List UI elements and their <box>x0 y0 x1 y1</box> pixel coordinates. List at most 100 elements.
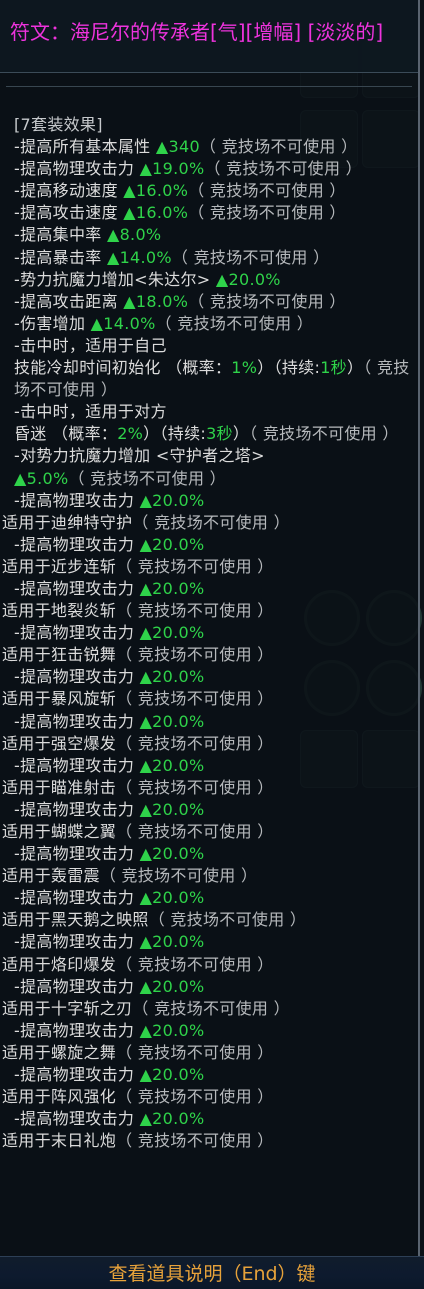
effect-text: -伤害增加 <box>14 313 91 333</box>
set-effect-line: -提高物理攻击力 ▲20.0% <box>14 1020 414 1042</box>
effect-text: 适用于近步连斩 <box>2 556 117 576</box>
set-effect-line: -对势力抗魔力增加 <守护者之塔> <box>14 445 414 467</box>
effect-value: ▲5.0% <box>14 468 69 488</box>
arena-restriction-note: （ 竞技场不可使用 ） <box>188 203 346 223</box>
set-effect-header: [7套装效果] <box>14 115 103 134</box>
effect-value: ▲20.0% <box>139 1020 205 1040</box>
set-effect-line: -势力抗魔力增加<朱达尔> ▲20.0% <box>14 269 414 291</box>
set-effect-line: -提高物理攻击力 ▲20.0% <box>14 490 414 512</box>
effect-text: -提高物理攻击力 <box>14 1020 140 1040</box>
effect-text: 适用于末日礼炮 <box>2 1131 117 1151</box>
effect-value: ▲20.0% <box>139 534 205 554</box>
effect-value: 1秒 <box>320 358 347 378</box>
effect-text: -提高物理攻击力 <box>14 534 140 554</box>
effect-text: -提高物理攻击力 <box>14 490 140 510</box>
set-effect-line: 适用于阵风强化（ 竞技场不可使用 ） <box>2 1086 414 1108</box>
effect-value: ▲16.0% <box>123 181 189 201</box>
arena-restriction-note: （ 竞技场不可使用 ） <box>68 468 226 488</box>
effect-text: 技能冷却时间初始化 （概率： <box>14 358 232 378</box>
effect-text: -提高物理攻击力 <box>14 667 140 687</box>
effect-text: 适用于瞄准射击 <box>2 777 117 797</box>
set-effect-line: 适用于末日礼炮（ 竞技场不可使用 ） <box>2 1130 414 1152</box>
effect-text: 适用于强空爆发 <box>2 733 117 753</box>
effect-text: 昏迷 （概率： <box>14 424 118 444</box>
set-effect-line: -提高物理攻击力 ▲19.0%（ 竞技场不可使用 ） <box>14 158 414 180</box>
set-effect-line: -伤害增加 ▲14.0%（ 竞技场不可使用 ） <box>14 313 414 335</box>
set-effect-line: -提高物理攻击力 ▲20.0% <box>14 534 414 556</box>
arena-restriction-note: （ 竞技场不可使用 ） <box>249 424 399 444</box>
arena-restriction-note: （ 竞技场不可使用 ） <box>188 181 346 201</box>
effect-text: -提高集中率 <box>14 225 107 245</box>
effect-text: -势力抗魔力增加<朱达尔> <box>14 269 216 289</box>
arena-restriction-note: （ 竞技场不可使用 ） <box>116 556 274 576</box>
set-effect-line: 适用于近步连斩（ 竞技场不可使用 ） <box>2 556 414 578</box>
effect-value: ▲16.0% <box>123 203 189 223</box>
effect-text: 适用于螺旋之舞 <box>2 1042 117 1062</box>
effect-text: 适用于暴风旋斩 <box>2 689 117 709</box>
set-effect-line: 适用于狂击锐舞（ 竞技场不可使用 ） <box>2 644 414 666</box>
arena-restriction-note: （ 竞技场不可使用 ） <box>116 777 274 797</box>
set-effect-line: 昏迷 （概率：2%）（持续:3秒）（ 竞技场不可使用 ） <box>14 423 414 445</box>
effect-text: ） <box>232 424 250 444</box>
set-effect-line: -提高攻击距离 ▲18.0%（ 竞技场不可使用 ） <box>14 291 414 313</box>
effect-value: ▲20.0% <box>139 844 205 864</box>
effect-text: 适用于地裂炎斩 <box>2 601 117 621</box>
set-effect-line: -提高物理攻击力 ▲20.0% <box>14 1108 414 1130</box>
effect-value: ▲14.0% <box>90 313 156 333</box>
item-description-hint-bar[interactable]: 查看道具说明（End）键 <box>0 1256 424 1289</box>
set-effect-line: -提高暴击率 ▲14.0%（ 竞技场不可使用 ） <box>14 247 414 269</box>
effect-text: -提高物理攻击力 <box>14 711 140 731</box>
effect-text: 适用于蝴蝶之翼 <box>2 822 117 841</box>
effect-value: ▲340 <box>155 137 200 157</box>
set-effect-line: -提高物理攻击力 ▲20.0% <box>14 666 414 688</box>
set-effect-line: -提高攻击速度 ▲16.0%（ 竞技场不可使用 ） <box>14 202 414 224</box>
arena-restriction-note: （ 竞技场不可使用 ） <box>116 733 274 753</box>
set-effect-line: 适用于强空爆发（ 竞技场不可使用 ） <box>2 733 414 755</box>
arena-restriction-note: （ 竞技场不可使用 ） <box>132 998 290 1018</box>
arena-restriction-note: （ 竞技场不可使用 ） <box>116 689 274 709</box>
effect-value: 3秒 <box>206 424 233 444</box>
arena-restriction-note: （ 竞技场不可使用 ） <box>132 512 290 532</box>
effect-text: 适用于十字斩之刃 <box>2 998 133 1018</box>
effect-text: -提高攻击速度 <box>14 203 124 223</box>
effect-text: -提高物理攻击力 <box>14 799 140 819</box>
set-effect-line: 技能冷却时间初始化 （概率：1%）（持续:1秒）（ 竞技场不可使用 ） <box>14 357 414 401</box>
effect-value: ▲20.0% <box>139 799 205 819</box>
effect-value: ▲20.0% <box>215 269 281 289</box>
set-effect-line: -提高所有基本属性 ▲340（ 竞技场不可使用 ） <box>14 136 414 158</box>
arena-restriction-note: （ 竞技场不可使用 ） <box>116 954 274 974</box>
effect-value: ▲20.0% <box>139 1065 205 1085</box>
effect-text: -提高物理攻击力 <box>14 578 140 598</box>
effect-value: ▲20.0% <box>139 1109 205 1129</box>
arena-restriction-note: （ 竞技场不可使用 ） <box>188 291 346 311</box>
effect-text: -击中时，适用于对方 <box>14 402 167 422</box>
effect-text: -提高物理攻击力 <box>14 623 140 643</box>
arena-restriction-note: （ 竞技场不可使用 ） <box>99 866 258 886</box>
effect-text: -提高攻击距离 <box>14 291 124 311</box>
arena-restriction-note: （ 竞技场不可使用 ） <box>116 822 274 841</box>
set-effect-line: 适用于十字斩之刃（ 竞技场不可使用 ） <box>2 998 414 1020</box>
effect-text: -提高物理攻击力 <box>14 888 140 908</box>
item-name: 符文：海尼尔的传承者[气][增幅] [淡淡的] <box>10 20 384 44</box>
set-effect-line: -击中时，适用于自己 <box>14 335 414 357</box>
set-effect-line: -提高物理攻击力 ▲20.0% <box>14 799 414 821</box>
effect-text: 适用于轰雷震 <box>2 866 100 886</box>
effect-text: -提高物理攻击力 <box>14 755 140 775</box>
effect-value: ▲20.0% <box>139 932 205 952</box>
effect-value: 1% <box>231 358 258 378</box>
effect-text: ） <box>346 358 364 378</box>
effect-text: -提高物理攻击力 <box>14 159 140 179</box>
arena-restriction-note: （ 竞技场不可使用 ） <box>171 247 330 267</box>
set-effect-line: 适用于蝴蝶之翼（ 竞技场不可使用 ） <box>2 821 414 843</box>
set-effect-list: [7套装效果] -提高所有基本属性 ▲340（ 竞技场不可使用 ） -提高物理攻击… <box>2 114 414 1152</box>
set-effect-line: 适用于黑天鹅之映照（ 竞技场不可使用 ） <box>2 909 414 931</box>
effect-text: -提高物理攻击力 <box>14 1109 140 1129</box>
effect-value: ▲20.0% <box>139 667 205 687</box>
effect-text: -对势力抗魔力增加 <守护者之塔> <box>14 446 265 466</box>
effect-text: 适用于黑天鹅之映照 <box>2 910 149 930</box>
set-effect-line: 适用于轰雷震（ 竞技场不可使用 ） <box>2 865 414 887</box>
effect-value: ▲14.0% <box>106 247 172 267</box>
set-effect-line: -提高物理攻击力 ▲20.0% <box>14 755 414 777</box>
effect-text: 适用于狂击锐舞 <box>2 645 117 665</box>
effect-value: ▲20.0% <box>139 490 205 510</box>
